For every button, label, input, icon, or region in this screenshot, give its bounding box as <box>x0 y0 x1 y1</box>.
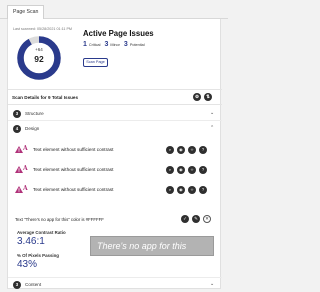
section-design[interactable]: 4 Design ⌃ <box>8 122 222 136</box>
chevron-down-icon[interactable]: ⌄ <box>210 110 214 116</box>
potential-label: Potential <box>129 43 145 47</box>
warning-icon <box>15 186 23 193</box>
summary-header: Last scanned: 05/28/2021 01:11 PM +64 92… <box>8 19 222 89</box>
score-value: 92 <box>34 54 44 64</box>
issue-counts: 1 Critical 3 Minor 3 Potential <box>83 41 149 48</box>
settings-icon[interactable]: ⚙ <box>193 93 201 101</box>
eye-icon[interactable]: ◉ <box>177 146 185 154</box>
chevron-down-icon[interactable]: ⌄ <box>210 281 214 287</box>
section-content[interactable]: 3 Content ⌄ <box>8 277 222 291</box>
issue-text: Text element without sufficient contrast <box>33 147 114 152</box>
scan-page-button[interactable]: Scan Page <box>83 58 108 67</box>
check-icon[interactable]: ✓ <box>181 215 189 223</box>
text-type-icon: A <box>23 145 28 152</box>
zoom-icon[interactable]: ⌕ <box>166 166 174 174</box>
warning-icon <box>15 146 23 153</box>
sort-icon[interactable]: ⇅ <box>204 93 212 101</box>
minor-count: 3 <box>104 41 109 48</box>
section-structure[interactable]: 3 Structure ⌄ <box>8 107 222 121</box>
preview-text: There's no app for this <box>97 241 187 251</box>
warning-icon <box>15 166 23 173</box>
code-icon[interactable]: ‹› <box>188 166 196 174</box>
minor-label: Minor <box>110 43 120 47</box>
code-icon[interactable]: ‹› <box>188 146 196 154</box>
pixels-passing-value: 43% <box>17 259 38 270</box>
scan-details-text: Scan Details for 9 Total Issues <box>12 95 79 100</box>
score-delta: +64 <box>35 47 43 52</box>
tab-page-scan[interactable]: Page Scan <box>7 5 45 20</box>
issue-text: Text element without sufficient contrast <box>33 187 114 192</box>
issue-row[interactable]: A Text element without sufficient contra… <box>8 141 222 161</box>
issue-text: Text element without sufficient contrast <box>33 167 114 172</box>
edit-icon[interactable]: ✎ <box>192 215 200 223</box>
potential-count: 3 <box>123 41 128 48</box>
help-icon[interactable]: ? <box>199 166 207 174</box>
close-icon[interactable]: ✕ <box>203 215 211 223</box>
eye-icon[interactable]: ◉ <box>177 166 185 174</box>
text-type-icon: A <box>23 165 28 172</box>
page-title: Active Page Issues <box>83 29 154 38</box>
pixels-passing-label: % Of Pixels Passing <box>17 253 59 258</box>
text-type-icon: A <box>23 185 28 192</box>
zoom-icon[interactable]: ⌕ <box>166 146 174 154</box>
content-count-badge: 3 <box>13 281 21 289</box>
critical-count: 1 <box>83 41 87 48</box>
last-scanned-text: Last scanned: 05/28/2021 01:11 PM <box>13 27 72 31</box>
contrast-ratio-value: 3.46:1 <box>17 236 45 247</box>
issue-row[interactable]: A Text element without sufficient contra… <box>8 161 222 181</box>
eye-icon[interactable]: ◉ <box>177 186 185 194</box>
scan-details-bar: Scan Details for 9 Total Issues ⚙ ⇅ <box>8 89 222 105</box>
scan-panel: Last scanned: 05/28/2021 01:11 PM +64 92… <box>7 19 222 291</box>
structure-count-badge: 3 <box>13 110 21 118</box>
section-label-content: Content <box>25 282 42 287</box>
issue-row[interactable]: A Text element without sufficient contra… <box>8 181 222 201</box>
zoom-icon[interactable]: ⌕ <box>166 186 174 194</box>
design-count-badge: 4 <box>13 125 21 133</box>
help-icon[interactable]: ? <box>199 146 207 154</box>
contrast-preview: There's no app for this <box>90 236 214 256</box>
code-icon[interactable]: ‹› <box>188 186 196 194</box>
chevron-up-icon[interactable]: ⌃ <box>210 125 214 131</box>
contrast-ratio-label: Average Contrast Ratio <box>17 230 66 235</box>
issue-details: Text "There's no app for this" color is … <box>8 211 222 277</box>
section-label-structure: Structure <box>25 111 44 116</box>
issue-color-text: Text "There's no app for this" color is … <box>15 217 104 222</box>
section-label-design: Design <box>25 126 40 131</box>
help-icon[interactable]: ? <box>199 186 207 194</box>
tab-bar: Page Scan <box>0 0 228 20</box>
critical-label: Critical <box>88 43 101 47</box>
